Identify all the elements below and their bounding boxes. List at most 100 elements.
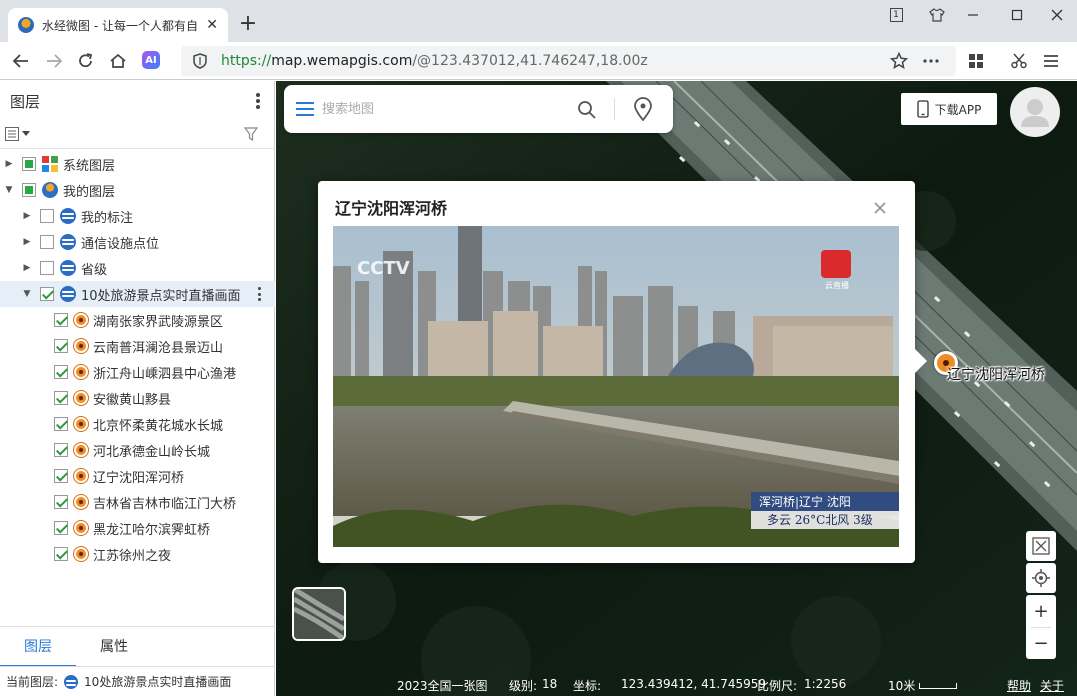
expand-arrow-icon[interactable]: ▶ <box>22 263 32 273</box>
point-icon <box>74 521 88 535</box>
grid-icon <box>969 54 983 68</box>
zoom-out-button[interactable]: − <box>1026 627 1056 659</box>
filter-icon <box>243 127 259 142</box>
layer-tree-row[interactable]: 浙江舟山嵊泗县中心渔港 <box>0 359 275 385</box>
back-button[interactable] <box>10 50 32 72</box>
layer-tree-row[interactable]: 吉林省吉林市临江门大桥 <box>0 489 275 515</box>
point-icon <box>74 339 88 353</box>
layer-tree-row[interactable]: ▶ 我的标注 <box>0 203 275 229</box>
globe-icon <box>42 182 58 198</box>
layer-checkbox[interactable] <box>40 209 54 223</box>
layer-icon <box>60 260 76 276</box>
phone-icon <box>917 100 929 118</box>
expand-arrow-icon[interactable]: ▶ <box>22 237 32 247</box>
live-video-frame[interactable]: CCTV 云直播 浑河桥|辽宁 沈阳 多云 26°C北风 3级 <box>333 226 899 547</box>
expand-arrow-icon[interactable]: ▶ <box>22 211 32 221</box>
search-icon[interactable] <box>577 100 596 119</box>
layer-checkbox[interactable] <box>40 235 54 249</box>
screenshot-button[interactable] <box>1008 50 1030 72</box>
search-input[interactable] <box>322 99 562 119</box>
live-video-popup: 辽宁沈阳浑河桥 CCTV 云直播 浑河桥|辽宁 沈阳 多云 26°C北风 3级 <box>318 181 915 563</box>
layer-checkbox[interactable] <box>54 339 68 353</box>
locate-button[interactable] <box>1026 563 1056 593</box>
tab-title: 水经微图 - 让每一个人都有自 <box>42 18 198 33</box>
ai-assistant-button[interactable]: AI <box>142 51 160 69</box>
address-bar[interactable]: https://map.wemapgis.com/@123.437012,41.… <box>181 46 956 76</box>
poi-marker-label[interactable]: 辽宁沈阳浑河桥 <box>947 364 1045 384</box>
browser-menu-button[interactable] <box>1040 50 1062 72</box>
close-window-button[interactable] <box>1042 5 1072 25</box>
layer-tree-row[interactable]: 北京怀柔黄花城水长城 <box>0 411 275 437</box>
layer-checkbox[interactable] <box>54 521 68 535</box>
layer-tree-row[interactable]: ▼ 我的图层 <box>0 177 275 203</box>
url-text[interactable]: https://map.wemapgis.com/@123.437012,41.… <box>221 53 648 69</box>
page-menu-button[interactable] <box>920 50 942 72</box>
layer-checkbox[interactable] <box>54 313 68 327</box>
skin-button[interactable] <box>922 5 952 25</box>
bookmark-button[interactable] <box>888 50 910 72</box>
layer-checkbox[interactable] <box>40 287 54 301</box>
zoom-in-button[interactable]: + <box>1026 595 1056 627</box>
help-link[interactable]: 帮助 <box>1007 677 1031 694</box>
layer-checkbox[interactable] <box>22 183 36 197</box>
layer-tree-row[interactable]: ▼ 10处旅游景点实时直播画面 <box>0 281 275 307</box>
apps-button[interactable] <box>965 50 987 72</box>
about-link[interactable]: 关于 <box>1040 677 1064 694</box>
layer-checkbox[interactable] <box>40 261 54 275</box>
layer-tree-row[interactable]: 安徽黄山黟县 <box>0 385 275 411</box>
filter-button[interactable] <box>243 127 259 145</box>
browser-tab-bar: 水经微图 - 让每一个人都有自 ✕ + 1 <box>0 0 1077 42</box>
layer-tree-label: 北京怀柔黄花城水长城 <box>93 418 224 434</box>
layer-view-dropdown[interactable] <box>5 127 30 141</box>
home-icon <box>110 53 126 68</box>
tab-properties[interactable]: 属性 <box>76 627 152 667</box>
layer-checkbox[interactable] <box>54 365 68 379</box>
browser-tab[interactable]: 水经微图 - 让每一个人都有自 ✕ <box>8 8 228 42</box>
panel-more-button[interactable] <box>254 91 262 111</box>
popup-pointer <box>915 349 927 373</box>
layer-checkbox[interactable] <box>54 495 68 509</box>
reload-button[interactable] <box>75 50 97 72</box>
layer-tree-row[interactable]: 云南普洱澜沧县景迈山 <box>0 333 275 359</box>
layer-tree-row[interactable]: ▶ 系统图层 <box>0 151 275 177</box>
map-canvas[interactable]: 下载APP 辽宁沈阳浑河桥 <box>276 81 1077 696</box>
layer-tree-row[interactable]: 湖南张家界武陵源景区 <box>0 307 275 333</box>
user-avatar[interactable] <box>1010 87 1060 137</box>
layer-checkbox[interactable] <box>54 443 68 457</box>
layer-tree: ▶ 系统图层 ▼ 我的图层 ▶ 我的标注 ▶ 通信设施点位 ▶ 省级 ▼ 10处旅游景点实时直播画面湖… <box>0 151 275 567</box>
download-app-button[interactable]: 下载APP <box>901 93 997 125</box>
layer-checkbox[interactable] <box>54 547 68 561</box>
minimize-button[interactable] <box>958 5 988 25</box>
layer-tree-label: 我的图层 <box>63 184 116 200</box>
tab-layers[interactable]: 图层 <box>0 627 76 667</box>
expand-arrow-icon[interactable]: ▶ <box>4 159 14 169</box>
layer-checkbox[interactable] <box>54 391 68 405</box>
layer-checkbox[interactable] <box>54 469 68 483</box>
maximize-button[interactable] <box>1002 5 1032 25</box>
fullscreen-button[interactable] <box>1026 531 1056 561</box>
layer-tree-row[interactable]: ▶ 省级 <box>0 255 275 281</box>
layer-checkbox[interactable] <box>54 417 68 431</box>
window-number-button[interactable]: 1 <box>881 5 911 25</box>
layer-tree-row[interactable]: 江苏徐州之夜 <box>0 541 275 567</box>
popup-close-icon[interactable] <box>871 199 889 217</box>
forward-button[interactable] <box>43 50 65 72</box>
collapse-arrow-icon[interactable]: ▼ <box>22 289 32 299</box>
basemap-switcher[interactable] <box>292 587 346 641</box>
scale-bar-label: 10米 <box>888 679 916 693</box>
layer-tree-row[interactable]: ▶ 通信设施点位 <box>0 229 275 255</box>
popup-title: 辽宁沈阳浑河桥 <box>335 199 448 218</box>
url-host: map.wemapgis.com <box>271 53 413 69</box>
layer-tree-row[interactable]: 辽宁沈阳浑河桥 <box>0 463 275 489</box>
home-button[interactable] <box>107 50 129 72</box>
new-tab-button[interactable]: + <box>236 12 260 36</box>
layer-tree-row[interactable]: 黑龙江哈尔滨霁虹桥 <box>0 515 275 541</box>
point-icon <box>74 365 88 379</box>
layer-more-icon[interactable] <box>258 287 262 301</box>
menu-icon[interactable] <box>296 102 314 116</box>
collapse-arrow-icon[interactable]: ▼ <box>4 185 14 195</box>
tab-close-icon[interactable]: ✕ <box>206 17 218 33</box>
location-pin-icon[interactable] <box>633 97 653 121</box>
layer-checkbox[interactable] <box>22 157 36 171</box>
layer-tree-row[interactable]: 河北承德金山岭长城 <box>0 437 275 463</box>
